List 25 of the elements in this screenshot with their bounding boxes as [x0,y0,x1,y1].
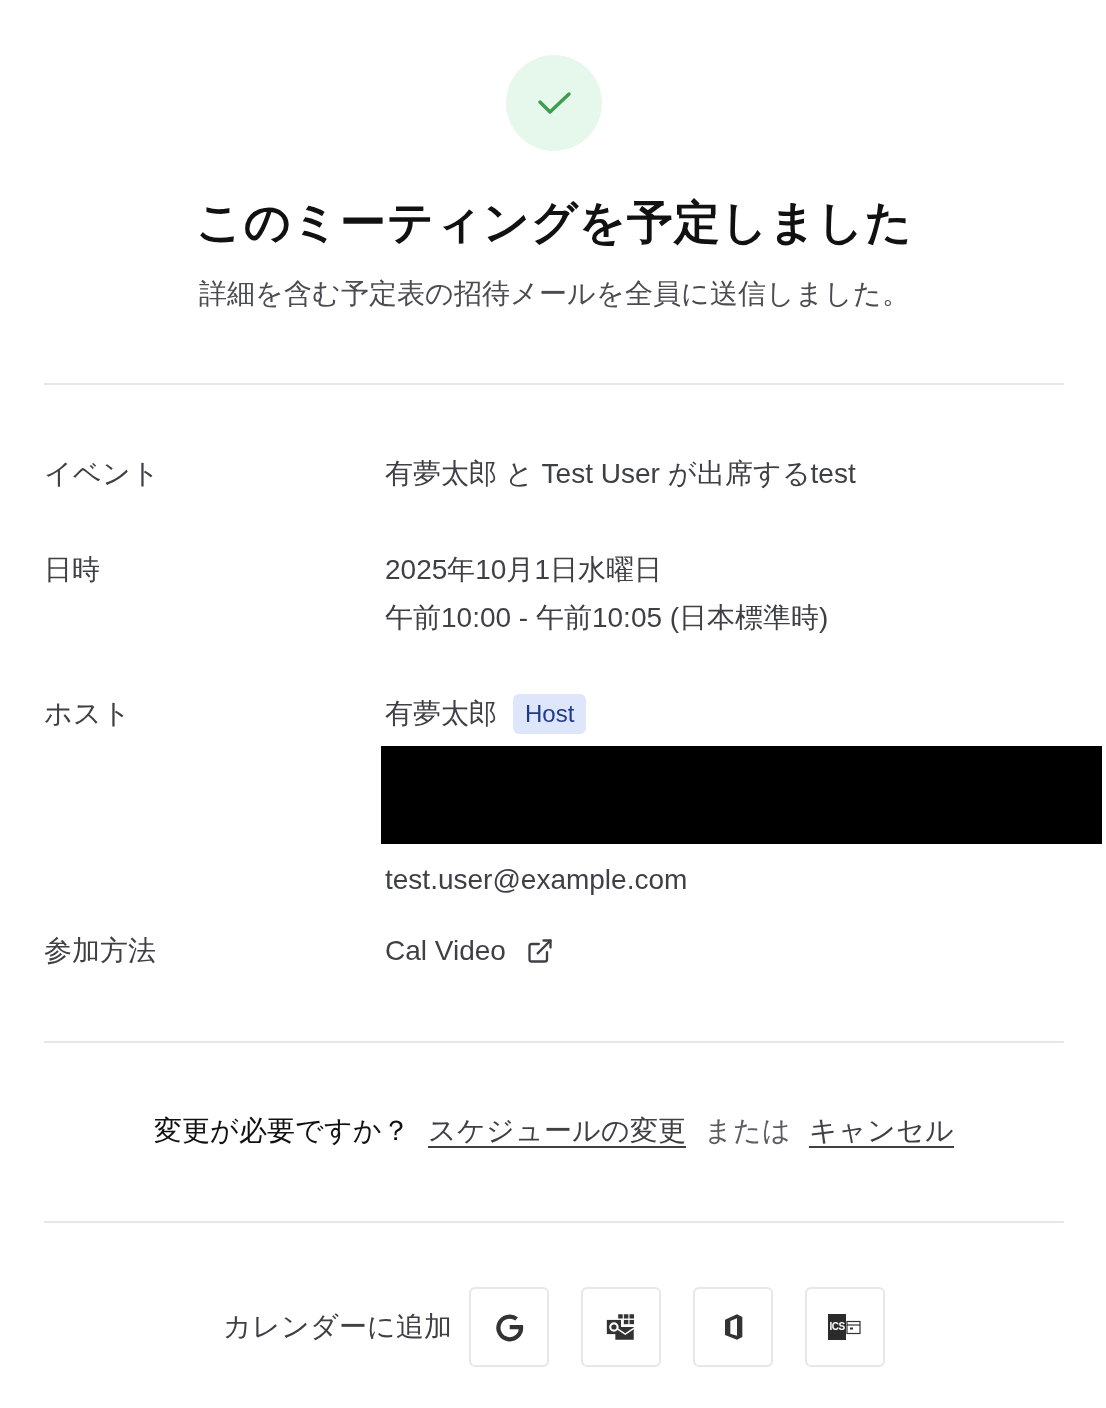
video-link[interactable]: Cal Video [385,927,554,975]
host-badge: Host [513,694,587,734]
detail-value: 2025年10月1日水曜日 [385,553,662,587]
change-prompt: 変更が必要ですか？ [154,1114,410,1148]
or-text: または [704,1114,791,1148]
detail-value: 有夢太郎 と Test User が出席するtest [385,457,856,491]
reschedule-link[interactable]: スケジュールの変更 [428,1107,686,1155]
cancel-link[interactable]: キャンセル [809,1107,954,1155]
external-link-icon [525,937,554,965]
detail-label: ホスト [44,697,132,731]
add-to-calendar-label: カレンダーに追加 [223,1310,452,1344]
calendar-icon [845,1319,862,1335]
attendee-email: test.user@example.com [385,863,688,897]
detail-label: 参加方法 [44,934,157,968]
detail-label: イベント [44,457,161,491]
detail-label: 日時 [44,553,101,587]
check-icon [506,55,602,151]
add-to-calendar-button[interactable] [581,1287,661,1367]
host-name: 有夢太郎 [385,697,497,731]
page-subtitle: 詳細を含む予定表の招待メールを全員に送信しました。 [198,277,910,311]
add-to-calendar-button[interactable]: ICS [805,1287,885,1367]
detail-value: 午前10:00 - 午前10:05 (日本標準時) [385,601,829,635]
page-title: このミーティングを予定しました [195,195,913,250]
add-to-calendar-button[interactable] [693,1287,773,1367]
add-to-calendar-button[interactable] [469,1287,549,1367]
